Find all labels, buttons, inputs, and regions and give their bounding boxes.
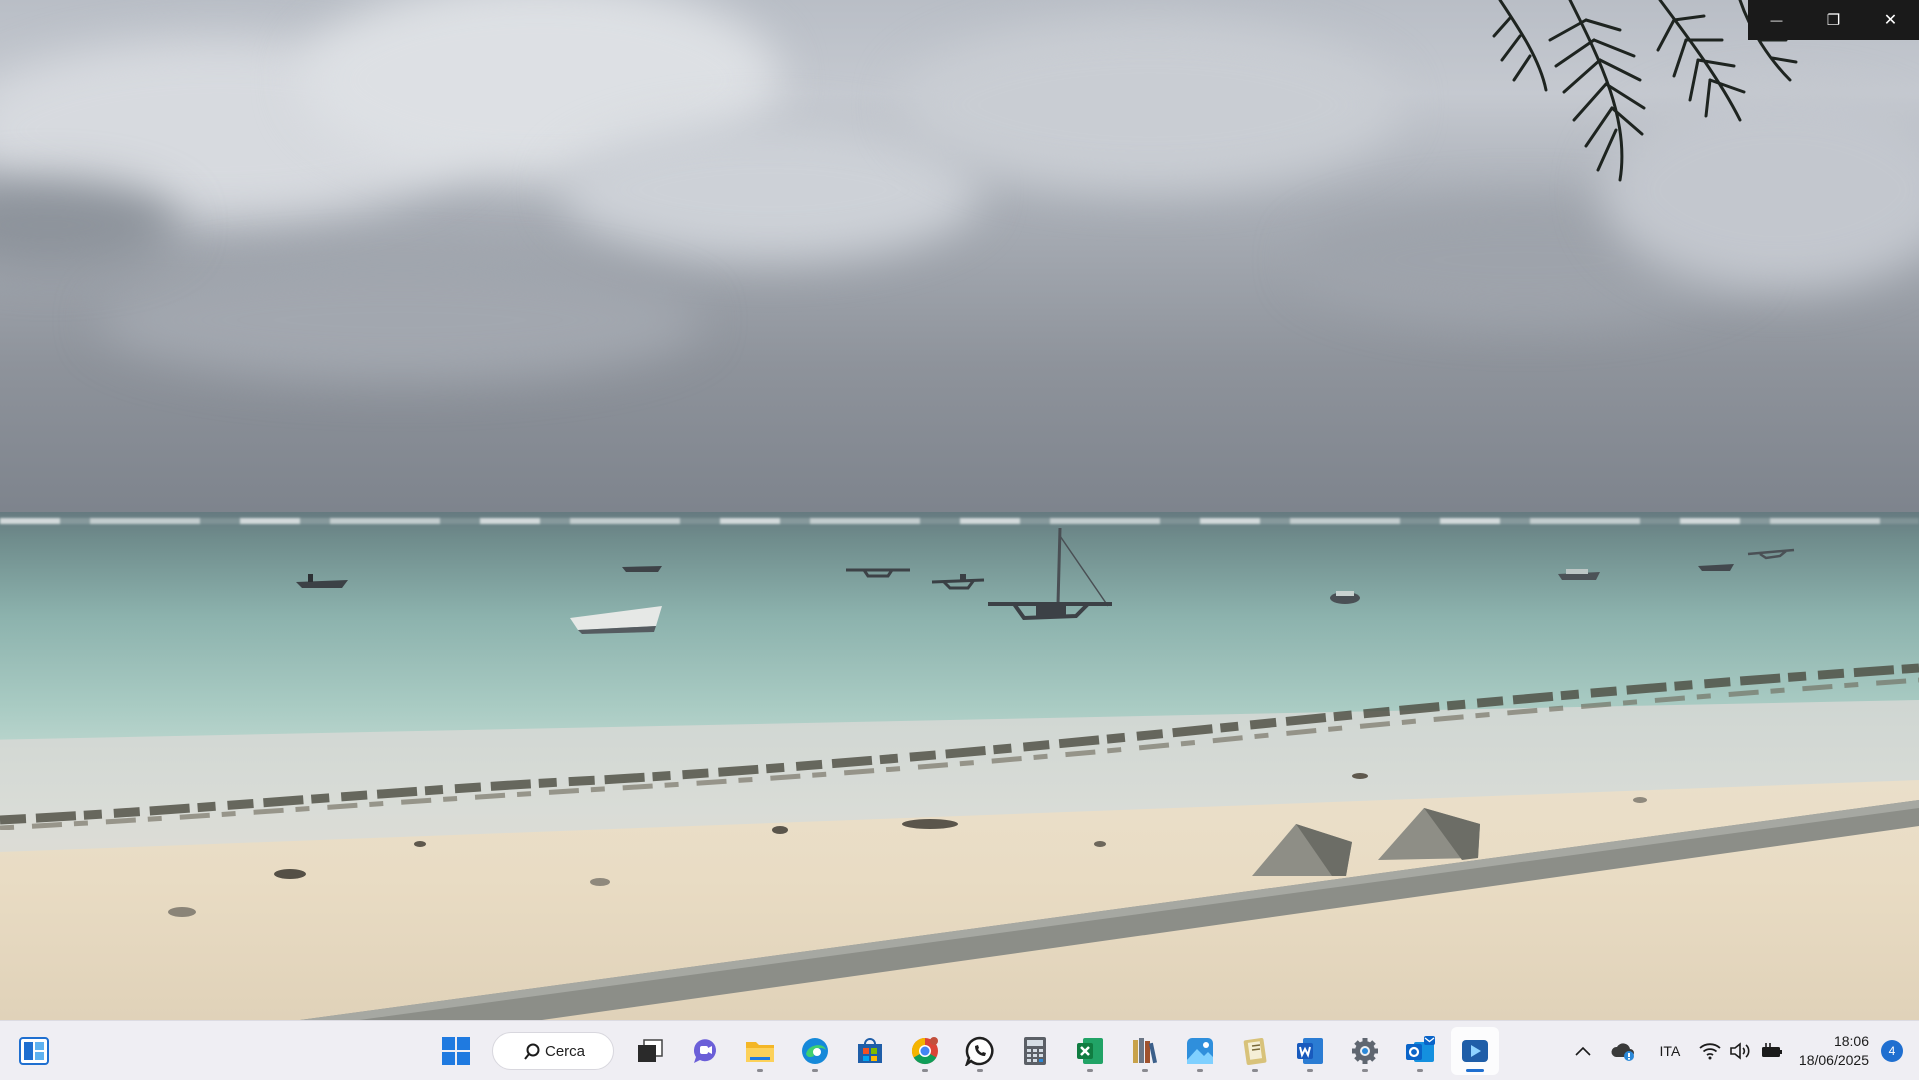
reef-surf	[0, 518, 1919, 524]
search-label: Cerca	[545, 1042, 586, 1060]
cloud	[100, 260, 700, 380]
close-icon: ✕	[1883, 12, 1898, 29]
running-indicator	[1417, 1069, 1423, 1072]
calculator-button[interactable]	[1011, 1027, 1059, 1075]
sea-wall	[300, 800, 1919, 1020]
edge-icon	[802, 1038, 828, 1064]
start-button[interactable]	[432, 1027, 480, 1075]
language-label: ITA	[1659, 1043, 1681, 1059]
play-icon	[1462, 1040, 1488, 1062]
sailing-boat	[988, 527, 1112, 621]
boat	[1747, 548, 1795, 560]
running-indicator	[1142, 1069, 1148, 1072]
calculator-icon	[1024, 1037, 1046, 1065]
store-icon	[858, 1038, 882, 1063]
cloud	[560, 120, 980, 260]
word-icon	[1297, 1038, 1323, 1064]
running-indicator	[1252, 1069, 1258, 1072]
outlook-button[interactable]	[1396, 1027, 1444, 1075]
widgets-icon	[19, 1037, 49, 1065]
boat	[1330, 591, 1360, 604]
window-controls: — ❐ ✕	[1748, 0, 1919, 40]
chat-icon	[693, 1039, 716, 1063]
running-indicator	[1466, 1069, 1484, 1072]
restore-icon: ❐	[1826, 12, 1841, 29]
clock-button[interactable]: 18:06 18/06/2025	[1799, 1032, 1869, 1070]
input-language-button[interactable]: ITA	[1645, 1031, 1695, 1071]
chrome-button[interactable]	[901, 1027, 949, 1075]
notification-badge[interactable]: 4	[1881, 1040, 1903, 1062]
whatsapp-icon	[965, 1036, 994, 1066]
store-button[interactable]	[846, 1027, 894, 1075]
boat	[1558, 569, 1600, 580]
boat	[931, 574, 985, 590]
notification-count: 4	[1888, 1044, 1896, 1058]
chrome-icon	[911, 1037, 938, 1065]
chat-button[interactable]	[681, 1027, 729, 1075]
books-icon	[1133, 1038, 1158, 1064]
search-icon	[524, 1043, 540, 1060]
volume-button[interactable]	[1725, 1031, 1755, 1071]
excel-icon	[1077, 1038, 1103, 1064]
minimize-button[interactable]: —	[1748, 0, 1805, 40]
close-button[interactable]: ✕	[1862, 0, 1919, 40]
task-view-icon	[638, 1039, 663, 1062]
boat	[570, 606, 662, 634]
cloud	[900, 20, 1400, 190]
file-explorer-button[interactable]	[736, 1027, 784, 1075]
media-player-button[interactable]	[1451, 1027, 1499, 1075]
show-hidden-icons-button[interactable]	[1565, 1031, 1601, 1071]
onedrive-button[interactable]	[1601, 1031, 1645, 1071]
widgets-button[interactable]	[16, 1033, 52, 1069]
task-view-button[interactable]	[626, 1027, 674, 1075]
edge-button[interactable]	[791, 1027, 839, 1075]
library-button[interactable]	[1121, 1027, 1169, 1075]
word-button[interactable]	[1286, 1027, 1334, 1075]
folder-icon	[746, 1042, 774, 1062]
battery-button[interactable]	[1755, 1031, 1789, 1071]
network-button[interactable]	[1695, 1031, 1725, 1071]
chevron-up-icon	[1575, 1046, 1591, 1056]
system-tray: ITA 18:06 18/06/2025 4	[1565, 1021, 1919, 1080]
photos-icon	[1187, 1038, 1213, 1064]
running-indicator	[1087, 1069, 1093, 1072]
clock-time: 18:06	[1833, 1033, 1869, 1049]
running-indicator	[812, 1069, 818, 1072]
minimize-icon: —	[1770, 13, 1783, 27]
boat	[296, 574, 348, 588]
battery-plug-icon	[1761, 1043, 1782, 1057]
taskbar: Cerca ITA 18:06 18/06/2025 4	[0, 1020, 1919, 1080]
photos-button[interactable]	[1176, 1027, 1224, 1075]
photo-viewer-image[interactable]	[0, 0, 1919, 1020]
search-box[interactable]: Cerca	[492, 1032, 614, 1070]
whatsapp-button[interactable]	[956, 1027, 1004, 1075]
running-indicator	[922, 1069, 928, 1072]
gear-icon	[1352, 1038, 1378, 1064]
wifi-icon	[1699, 1043, 1721, 1060]
boat	[622, 566, 662, 572]
notebook-button[interactable]	[1231, 1027, 1279, 1075]
boat	[846, 568, 910, 578]
restore-button[interactable]: ❐	[1805, 0, 1862, 40]
boat	[1698, 564, 1734, 571]
cloud-sync-icon	[1611, 1043, 1634, 1061]
running-indicator	[977, 1069, 983, 1072]
running-indicator	[757, 1069, 763, 1072]
running-indicator	[1307, 1069, 1313, 1072]
clock-date: 18/06/2025	[1798, 1052, 1869, 1068]
outlook-icon	[1406, 1036, 1435, 1062]
taskbar-apps: Cerca	[432, 1027, 1499, 1075]
excel-button[interactable]	[1066, 1027, 1114, 1075]
speaker-icon	[1730, 1042, 1750, 1060]
windows-logo-icon	[442, 1037, 470, 1065]
running-indicator	[1197, 1069, 1203, 1072]
settings-button[interactable]	[1341, 1027, 1389, 1075]
screen: — ❐ ✕ Cerca ITA 18:06 18/06/2025 4	[0, 0, 1919, 1080]
notebook-icon	[1243, 1037, 1267, 1066]
running-indicator	[1362, 1069, 1368, 1072]
